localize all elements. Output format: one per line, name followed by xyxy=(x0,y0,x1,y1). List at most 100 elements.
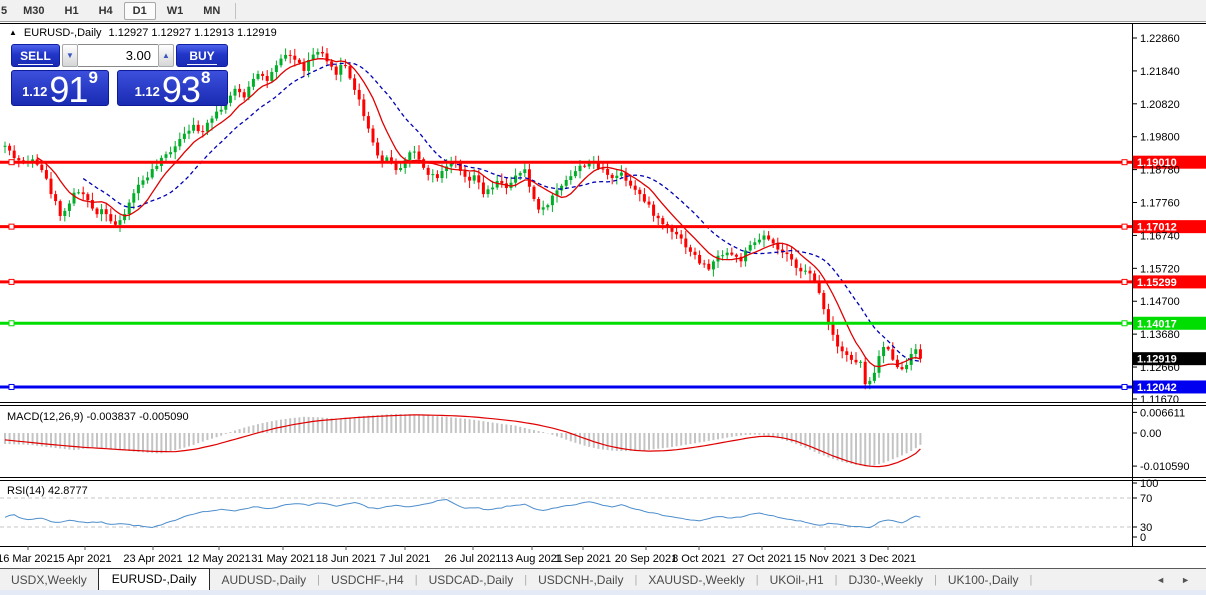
tab-scroll-right-icon[interactable]: ► xyxy=(1181,575,1190,585)
candle-body xyxy=(518,172,522,176)
sell-price-pip-digit: 9 xyxy=(88,68,98,87)
sell-price-display[interactable]: 1.12 91 9 xyxy=(11,68,109,108)
price-line-anchor-marker[interactable] xyxy=(1121,159,1128,166)
timeframe-button-h1[interactable]: H1 xyxy=(56,2,88,20)
macd-histogram-bar xyxy=(482,421,485,433)
macd-histogram-bar xyxy=(799,433,802,446)
chart-tab-audusd-daily[interactable]: AUDUSD-,Daily xyxy=(210,570,317,590)
candle-body xyxy=(8,145,12,151)
candle-body xyxy=(100,209,104,215)
chart-tab-usdx-weekly[interactable]: USDX,Weekly xyxy=(0,570,98,590)
candle-body xyxy=(610,174,614,179)
chart-tab-usdcnh-daily[interactable]: USDCNH-,Daily xyxy=(527,570,634,590)
chart-tab-usdchf-h4[interactable]: USDCHF-,H4 xyxy=(320,570,415,590)
macd-histogram-bar xyxy=(146,433,149,453)
timeframe-button-mn[interactable]: MN xyxy=(194,2,229,20)
one-click-trading-panel: SELL ▼ 3.00 ▲ BUY 1.12 91 9 1.12 93 8 xyxy=(11,44,228,108)
candle-body xyxy=(330,61,334,67)
macd-histogram-bar xyxy=(376,415,379,433)
chart-tab-eurusd-daily[interactable]: EURUSD-,Daily xyxy=(97,568,211,590)
price-line-anchor-marker[interactable] xyxy=(8,278,15,285)
chart-tab-xauusd-weekly[interactable]: XAUUSD-,Weekly xyxy=(637,570,755,590)
buy-button[interactable]: BUY xyxy=(176,44,228,67)
candle-body xyxy=(412,151,416,153)
buy-button-label: BUY xyxy=(187,48,217,65)
candle-body xyxy=(753,242,757,246)
candle-body xyxy=(859,361,863,363)
candle-body xyxy=(141,180,145,185)
candle-body xyxy=(334,66,338,75)
macd-histogram-bar xyxy=(579,433,581,445)
macd-histogram-bar xyxy=(523,427,526,433)
buy-price-display[interactable]: 1.12 93 8 xyxy=(117,68,228,108)
candle-body xyxy=(247,86,251,98)
price-line-anchor-marker[interactable] xyxy=(1121,320,1128,327)
macd-histogram-bar xyxy=(436,416,439,433)
timeframe-button-m30[interactable]: M30 xyxy=(14,2,53,20)
macd-histogram-bar xyxy=(454,417,457,433)
macd-histogram-bar xyxy=(859,433,862,466)
candle-body xyxy=(316,51,320,55)
volume-input[interactable]: 3.00 xyxy=(78,44,158,67)
price-line-anchor-marker[interactable] xyxy=(8,159,15,166)
macd-histogram-bar xyxy=(749,433,752,435)
time-axis-label: 8 Oct 2021 xyxy=(672,553,726,565)
candle-body xyxy=(408,152,412,160)
candle-body xyxy=(776,243,780,250)
macd-histogram-bar xyxy=(390,414,393,433)
price-line-anchor-marker[interactable] xyxy=(8,223,15,230)
candle-body xyxy=(417,151,421,160)
price-line-anchor-marker[interactable] xyxy=(8,383,15,390)
chart-tab-ukoil-h1[interactable]: UKOil-,H1 xyxy=(759,570,835,590)
candle-body xyxy=(656,215,660,219)
macd-histogram-bar xyxy=(583,433,586,446)
candle-body xyxy=(679,234,683,239)
price-axis-label: 1.18780 xyxy=(1140,165,1180,177)
macd-histogram-bar xyxy=(330,418,333,433)
price-line-anchor-marker[interactable] xyxy=(8,320,15,327)
volume-increase-button[interactable]: ▲ xyxy=(158,44,174,67)
macd-histogram-bar xyxy=(556,433,558,437)
sell-button[interactable]: SELL xyxy=(11,44,60,67)
macd-histogram-bar xyxy=(132,433,135,452)
macd-histogram-bar xyxy=(919,433,922,445)
macd-histogram-bar xyxy=(50,433,52,448)
macd-histogram-bar xyxy=(408,414,411,433)
macd-histogram-bar xyxy=(914,433,917,449)
timeframe-button-5[interactable]: 5 xyxy=(0,2,12,20)
macd-histogram-bar xyxy=(491,422,494,433)
chart-tab-uk100-daily[interactable]: UK100-,Daily xyxy=(937,570,1030,590)
timeframe-button-h4[interactable]: H4 xyxy=(90,2,122,20)
candle-body xyxy=(353,78,357,90)
macd-histogram-bar xyxy=(155,433,158,454)
macd-histogram-bar xyxy=(123,433,126,451)
candle-body xyxy=(785,252,789,255)
volume-decrease-button[interactable]: ▼ xyxy=(62,44,78,67)
price-axis-label: 1.21840 xyxy=(1140,66,1180,78)
macd-histogram-bar xyxy=(73,433,75,451)
price-line-anchor-marker[interactable] xyxy=(1121,278,1128,285)
candle-body xyxy=(86,194,90,201)
timeframe-button-d1[interactable]: D1 xyxy=(123,1,156,20)
tab-scroll-left-icon[interactable]: ◄ xyxy=(1156,575,1165,585)
macd-histogram-bar xyxy=(533,430,535,433)
timeframe-button-w1[interactable]: W1 xyxy=(158,2,193,20)
macd-histogram-bar xyxy=(721,433,724,439)
macd-histogram-bar xyxy=(850,433,853,464)
price-line-anchor-marker[interactable] xyxy=(1121,383,1128,390)
chart-tab-dj30-weekly[interactable]: DJ30-,Weekly xyxy=(838,570,934,590)
macd-histogram-bar xyxy=(882,433,885,463)
candle-body xyxy=(854,359,858,363)
macd-histogram-bar xyxy=(160,433,163,454)
chart-tab-usdcad-daily[interactable]: USDCAD-,Daily xyxy=(418,570,525,590)
macd-histogram-bar xyxy=(54,433,57,449)
candle-body xyxy=(895,359,899,368)
candle-body xyxy=(606,169,610,175)
tab-separator: | xyxy=(1029,573,1033,586)
collapse-triangle-icon[interactable]: ▲ xyxy=(9,29,17,37)
price-line-anchor-marker[interactable] xyxy=(1121,223,1128,230)
macd-histogram-bar xyxy=(385,414,388,433)
candle-body xyxy=(684,238,688,248)
candle-body xyxy=(95,208,99,215)
macd-histogram-bar xyxy=(675,433,678,447)
